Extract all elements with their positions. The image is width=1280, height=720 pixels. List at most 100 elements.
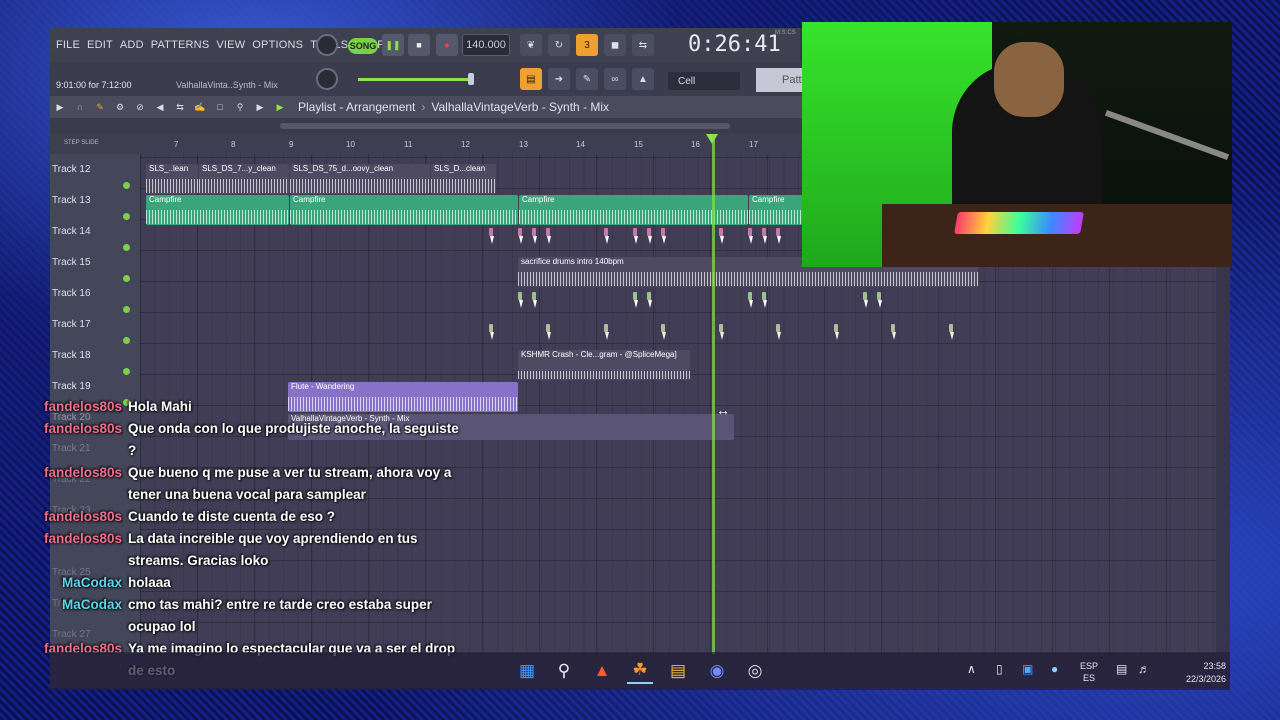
track-label[interactable]: Track 18 xyxy=(52,350,91,361)
draw-tool-icon[interactable]: ✎ xyxy=(90,102,110,113)
track-active-led[interactable] xyxy=(123,337,130,344)
drum-hit[interactable] xyxy=(646,292,652,310)
campfire-clip[interactable]: Campfire xyxy=(290,195,518,225)
drum-hit[interactable] xyxy=(948,324,954,342)
pencil-icon[interactable]: ✎ xyxy=(576,68,598,90)
drum-hit[interactable] xyxy=(833,324,839,342)
countdown-icon[interactable]: 3 xyxy=(576,34,598,56)
master-volume-bar[interactable] xyxy=(358,78,472,81)
system-clock[interactable]: 23:58 22/3/2026 xyxy=(1176,660,1226,686)
search-icon[interactable]: ⚲ xyxy=(551,658,577,684)
master-volume-knob[interactable] xyxy=(316,34,338,56)
magnet-icon[interactable]: ∩ xyxy=(70,102,90,112)
zoom-tool-icon[interactable]: ⚲ xyxy=(230,102,250,113)
loop-record-icon[interactable]: ↻ xyxy=(548,34,570,56)
link-icon[interactable]: ∞ xyxy=(604,68,626,90)
track-label[interactable]: Track 12 xyxy=(52,164,91,175)
drum-hit[interactable] xyxy=(761,228,767,246)
track-label[interactable]: Track 19 xyxy=(52,381,91,392)
track-active-led[interactable] xyxy=(123,368,130,375)
drum-hit[interactable] xyxy=(632,228,638,246)
delete-tool-icon[interactable]: ⊘ xyxy=(130,102,150,113)
volume-icon[interactable]: ♬ xyxy=(1138,662,1150,676)
slice-tool-icon[interactable]: ✍ xyxy=(190,102,210,113)
stamp-icon[interactable]: ▲ xyxy=(632,68,654,90)
start-menu-icon[interactable]: ▦ xyxy=(514,658,540,684)
playlist-icon[interactable]: ▤ xyxy=(520,68,542,90)
track-label[interactable]: Track 13 xyxy=(52,195,91,206)
audio-clip[interactable]: SLS_DS_7...y_clean xyxy=(199,164,289,194)
fl-studio-icon[interactable]: ☘ xyxy=(627,658,653,684)
campfire-clip[interactable]: Campfire xyxy=(146,195,289,225)
menu-view[interactable]: VIEW xyxy=(216,39,245,51)
file-explorer-icon[interactable]: ▤ xyxy=(665,658,691,684)
battery-icon[interactable]: ▯ xyxy=(996,662,1003,676)
drum-hit[interactable] xyxy=(545,228,551,246)
obs-icon[interactable]: ◎ xyxy=(742,658,768,684)
paint-tool-icon[interactable]: ⚙ xyxy=(110,102,130,113)
drum-hit[interactable] xyxy=(890,324,896,342)
playlist-menu-icon[interactable]: ▶ xyxy=(50,102,70,113)
app-tray-icon[interactable]: ▣ xyxy=(1022,662,1033,676)
track-active-led[interactable] xyxy=(123,306,130,313)
discord-icon[interactable]: ◉ xyxy=(704,658,730,684)
song-mode-button[interactable]: SONG xyxy=(348,38,378,54)
slip-tool-icon[interactable]: ⇆ xyxy=(170,102,190,113)
audio-clip[interactable]: SLS_D...clean xyxy=(431,164,496,194)
drum-hit[interactable] xyxy=(660,324,666,342)
drum-hit[interactable] xyxy=(517,292,523,310)
snap-select[interactable]: Cell xyxy=(668,72,740,90)
network-icon[interactable]: ▤ xyxy=(1116,662,1127,676)
track-label[interactable]: Track 14 xyxy=(52,226,91,237)
drum-hit[interactable] xyxy=(775,324,781,342)
track-active-led[interactable] xyxy=(123,182,130,189)
track-label[interactable]: Track 15 xyxy=(52,257,91,268)
menu-add[interactable]: ADD xyxy=(120,39,144,51)
drum-hit[interactable] xyxy=(747,292,753,310)
master-volume-handle[interactable] xyxy=(468,73,474,85)
drum-hit[interactable] xyxy=(646,228,652,246)
menu-edit[interactable]: EDIT xyxy=(87,39,113,51)
drum-hit[interactable] xyxy=(488,228,494,246)
master-pitch-knob[interactable] xyxy=(316,68,338,90)
input-language[interactable]: ESP ES xyxy=(1080,660,1098,684)
track-active-led[interactable] xyxy=(123,275,130,282)
menu-patterns[interactable]: PATTERNS xyxy=(151,39,210,51)
menu-file[interactable]: FILE xyxy=(56,39,80,51)
tempo-display[interactable]: 140.000 xyxy=(462,34,510,56)
stop-button[interactable]: ■ xyxy=(408,34,430,56)
metronome-icon[interactable]: ❦ xyxy=(520,34,542,56)
drum-hit[interactable] xyxy=(718,228,724,246)
drum-hit[interactable] xyxy=(603,228,609,246)
mute-tool-icon[interactable]: ◀ xyxy=(150,102,170,113)
overview-thumb[interactable] xyxy=(280,123,730,129)
playhead[interactable] xyxy=(712,134,715,654)
campfire-clip[interactable]: Campfire xyxy=(749,195,809,225)
drum-hit[interactable] xyxy=(775,228,781,246)
step-slide-toggle[interactable]: STEP SLIDE xyxy=(64,140,99,146)
tray-expand-icon[interactable]: ∧ xyxy=(967,662,976,676)
microphone-icon[interactable]: ● xyxy=(1051,662,1058,676)
menu-options[interactable]: OPTIONS xyxy=(252,39,303,51)
drum-hit[interactable] xyxy=(517,228,523,246)
track-active-led[interactable] xyxy=(123,213,130,220)
arrow-icon[interactable]: ➜ xyxy=(548,68,570,90)
drum-hit[interactable] xyxy=(531,228,537,246)
drum-hit[interactable] xyxy=(545,324,551,342)
drum-hit[interactable] xyxy=(747,228,753,246)
blend-notes-icon[interactable]: ⇆ xyxy=(632,34,654,56)
drum-hit[interactable] xyxy=(718,324,724,342)
record-button[interactable]: ● xyxy=(436,34,458,56)
drum-hit[interactable] xyxy=(876,292,882,310)
drum-hit[interactable] xyxy=(862,292,868,310)
audio-clip[interactable]: SLS_DS_75_d...oovy_clean xyxy=(290,164,430,194)
select-tool-icon[interactable]: □ xyxy=(210,102,230,112)
track-label[interactable]: Track 16 xyxy=(52,288,91,299)
drum-hit[interactable] xyxy=(660,228,666,246)
drum-hit[interactable] xyxy=(761,292,767,310)
drum-hit[interactable] xyxy=(531,292,537,310)
drum-hit[interactable] xyxy=(488,324,494,342)
audio-clip[interactable]: SLS_..lean xyxy=(146,164,198,194)
brave-browser-icon[interactable]: ▲ xyxy=(589,658,615,684)
track-active-led[interactable] xyxy=(123,244,130,251)
